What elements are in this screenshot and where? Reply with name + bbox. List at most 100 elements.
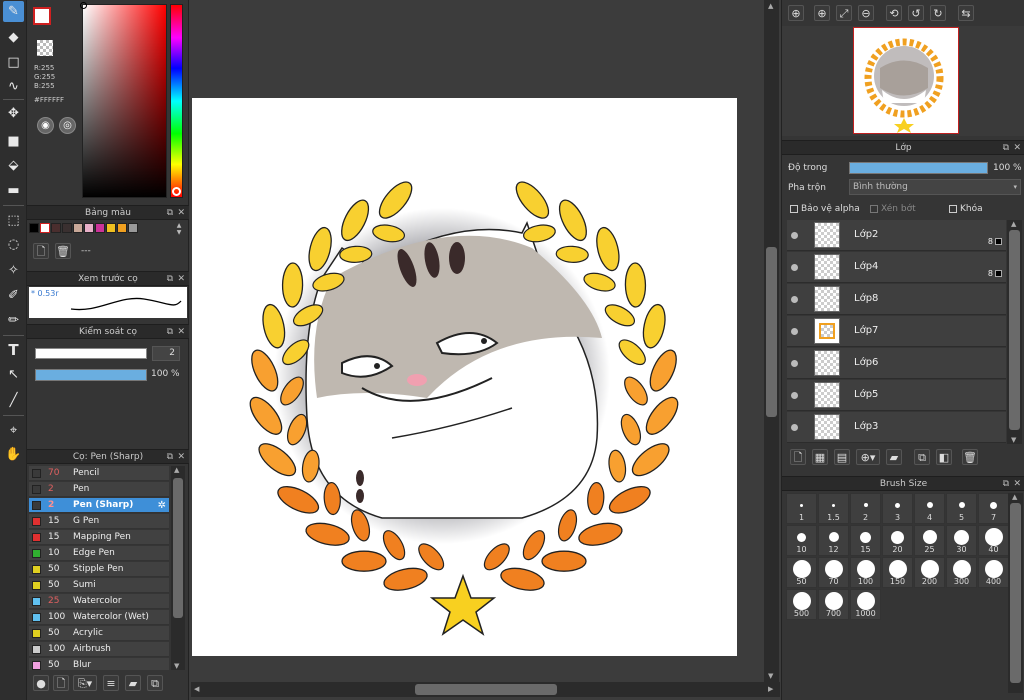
scroll-down-arrow[interactable]: ▼	[1011, 436, 1016, 444]
brush-tool-icon[interactable]: ✎	[3, 1, 24, 22]
scroll-up-arrow[interactable]: ▲	[768, 2, 773, 10]
scroll-right-arrow[interactable]: ▶	[768, 685, 773, 693]
navigator-preview[interactable]	[782, 26, 1024, 136]
brush-item[interactable]: 15 Mapping Pen	[29, 530, 169, 545]
brush-size-cell[interactable]: 2	[850, 493, 881, 524]
layer-row[interactable]: Lớp8	[787, 284, 1006, 315]
lasso-tool-icon[interactable]: ◌	[3, 234, 24, 255]
brush-size-cell[interactable]: 70	[818, 557, 849, 588]
layer-row[interactable]: Lớp3	[787, 412, 1006, 443]
delete-palette-icon[interactable]: 🗑	[55, 243, 71, 259]
brush-size-cell[interactable]: 40	[978, 525, 1009, 556]
brush-add-icon[interactable]: ●	[33, 675, 49, 691]
brush-size-cell[interactable]: 20	[882, 525, 913, 556]
brush-size-cell[interactable]: 200	[914, 557, 945, 588]
select-pen-tool-icon[interactable]: ✐	[3, 285, 24, 306]
close-icon[interactable]: ✕	[177, 450, 185, 465]
palette-swatch[interactable]	[128, 223, 138, 233]
add-layer-menu-icon[interactable]: ⊕▾	[856, 449, 880, 465]
layer-row[interactable]: Lớp4 8	[787, 252, 1006, 283]
hand-tool-icon[interactable]: ✋	[3, 444, 24, 465]
brush-item[interactable]: 10 Edge Pen	[29, 546, 169, 561]
eyedropper-tool-icon[interactable]: ⌖	[3, 420, 24, 441]
brush-size-cell[interactable]: 25	[914, 525, 945, 556]
layer-list-scroll-thumb[interactable]	[1009, 230, 1020, 430]
brush-item[interactable]: 100 Watercolor (Wet)	[29, 610, 169, 625]
clipping-checkbox[interactable]: Xén bớt	[870, 204, 916, 214]
layer-list-scrollbar[interactable]: ▲ ▼	[1007, 220, 1022, 444]
close-icon[interactable]: ✕	[177, 325, 185, 340]
brush-opacity-slider[interactable]	[35, 369, 147, 381]
layer-row[interactable]: Lớp7	[787, 316, 1006, 347]
close-icon[interactable]: ✕	[177, 272, 185, 287]
brush-size-cell[interactable]: 30	[946, 525, 977, 556]
brush-size-cell[interactable]: 700	[818, 589, 849, 620]
brush-item[interactable]: 2 Pen	[29, 482, 169, 497]
palette-swatch[interactable]	[51, 223, 61, 233]
brush-size-scroll-thumb[interactable]	[1010, 503, 1021, 683]
magic-wand-tool-icon[interactable]: ✧	[3, 260, 24, 281]
bucket-tool-icon[interactable]: ⬙	[3, 155, 24, 176]
visibility-eye-icon[interactable]	[791, 424, 798, 431]
scroll-down-arrow[interactable]: ▼	[174, 662, 179, 670]
merge-layer-icon[interactable]: ◧	[936, 449, 952, 465]
palette-scroll-arrows[interactable]: ▲ ▼	[174, 222, 184, 236]
float-icon[interactable]: ⧉	[167, 206, 173, 221]
scroll-up-arrow[interactable]: ▲	[174, 466, 179, 474]
brush-list-scrollbar[interactable]: ▲ ▼	[171, 466, 185, 670]
new-brush-icon[interactable]: 🗋	[53, 675, 69, 691]
brush-size-cell[interactable]: 7	[978, 493, 1009, 524]
close-icon[interactable]: ✕	[177, 206, 185, 221]
delete-layer-icon[interactable]: 🗑	[962, 449, 978, 465]
scroll-down-arrow[interactable]: ▼	[768, 672, 773, 680]
float-icon[interactable]: ⧉	[1003, 477, 1009, 492]
transparent-color-swatch[interactable]	[37, 40, 53, 56]
canvas-vertical-scrollbar[interactable]: ▲ ▼	[764, 0, 779, 682]
brush-size-cell[interactable]: 4	[914, 493, 945, 524]
brush-item[interactable]: 100 Airbrush	[29, 642, 169, 657]
rotate-right-icon[interactable]: ↻	[930, 5, 946, 21]
saturation-value-picker[interactable]	[80, 2, 167, 198]
hue-slider-handle[interactable]	[172, 187, 181, 196]
zoom-in-icon[interactable]: ⊕	[814, 5, 830, 21]
layer-row[interactable]: Lớp5	[787, 380, 1006, 411]
palette-swatch[interactable]	[106, 223, 116, 233]
color-wheel-icon[interactable]: ◉	[37, 117, 54, 134]
brush-size-cell[interactable]: 3	[882, 493, 913, 524]
move-tool-icon[interactable]: ✥	[3, 103, 24, 124]
float-icon[interactable]: ⧉	[167, 325, 173, 340]
gradient-tool-icon[interactable]: ▬	[3, 180, 24, 201]
fit-window-icon[interactable]: ⤢	[836, 5, 852, 21]
brush-size-cell[interactable]: 1	[786, 493, 817, 524]
layer-row[interactable]: Lớp6	[787, 348, 1006, 379]
rectangle-tool-icon[interactable]: □	[3, 52, 24, 73]
brush-item[interactable]: 2 Pen (Sharp) ✲	[29, 498, 169, 513]
brush-list-scroll-thumb[interactable]	[173, 478, 183, 618]
new-mono-layer-icon[interactable]: ▤	[834, 449, 850, 465]
text-tool-icon[interactable]: T	[3, 340, 24, 361]
brush-import-icon[interactable]: ⎘▾	[73, 675, 97, 691]
brush-size-cell[interactable]: 1.5	[818, 493, 849, 524]
visibility-eye-icon[interactable]	[791, 296, 798, 303]
palette-swatch[interactable]	[73, 223, 83, 233]
visibility-eye-icon[interactable]	[791, 232, 798, 239]
float-icon[interactable]: ⧉	[1003, 141, 1009, 156]
close-icon[interactable]: ✕	[1013, 477, 1021, 492]
new-layer-icon[interactable]: 🗋	[790, 449, 806, 465]
brush-size-cell[interactable]: 100	[850, 557, 881, 588]
brush-duplicate-icon[interactable]: ⧉	[147, 675, 163, 691]
palette-swatch[interactable]	[84, 223, 94, 233]
brush-size-cell[interactable]: 12	[818, 525, 849, 556]
canvas-horizontal-scrollbar[interactable]: ◀ ▶	[191, 682, 780, 697]
canvas-vscroll-thumb[interactable]	[766, 247, 777, 417]
float-icon[interactable]: ⧉	[167, 272, 173, 287]
brush-size-cell[interactable]: 300	[946, 557, 977, 588]
eraser-tool-icon[interactable]: ◆	[3, 27, 24, 48]
brush-size-cell[interactable]: 500	[786, 589, 817, 620]
canvas-hscroll-thumb[interactable]	[415, 684, 557, 695]
close-icon[interactable]: ✕	[1013, 141, 1021, 156]
divide-tool-icon[interactable]: ╱	[3, 390, 24, 411]
brush-size-cell[interactable]: 400	[978, 557, 1009, 588]
foreground-color-swatch[interactable]	[33, 7, 51, 25]
flip-horizontal-icon[interactable]: ⇆	[958, 5, 974, 21]
